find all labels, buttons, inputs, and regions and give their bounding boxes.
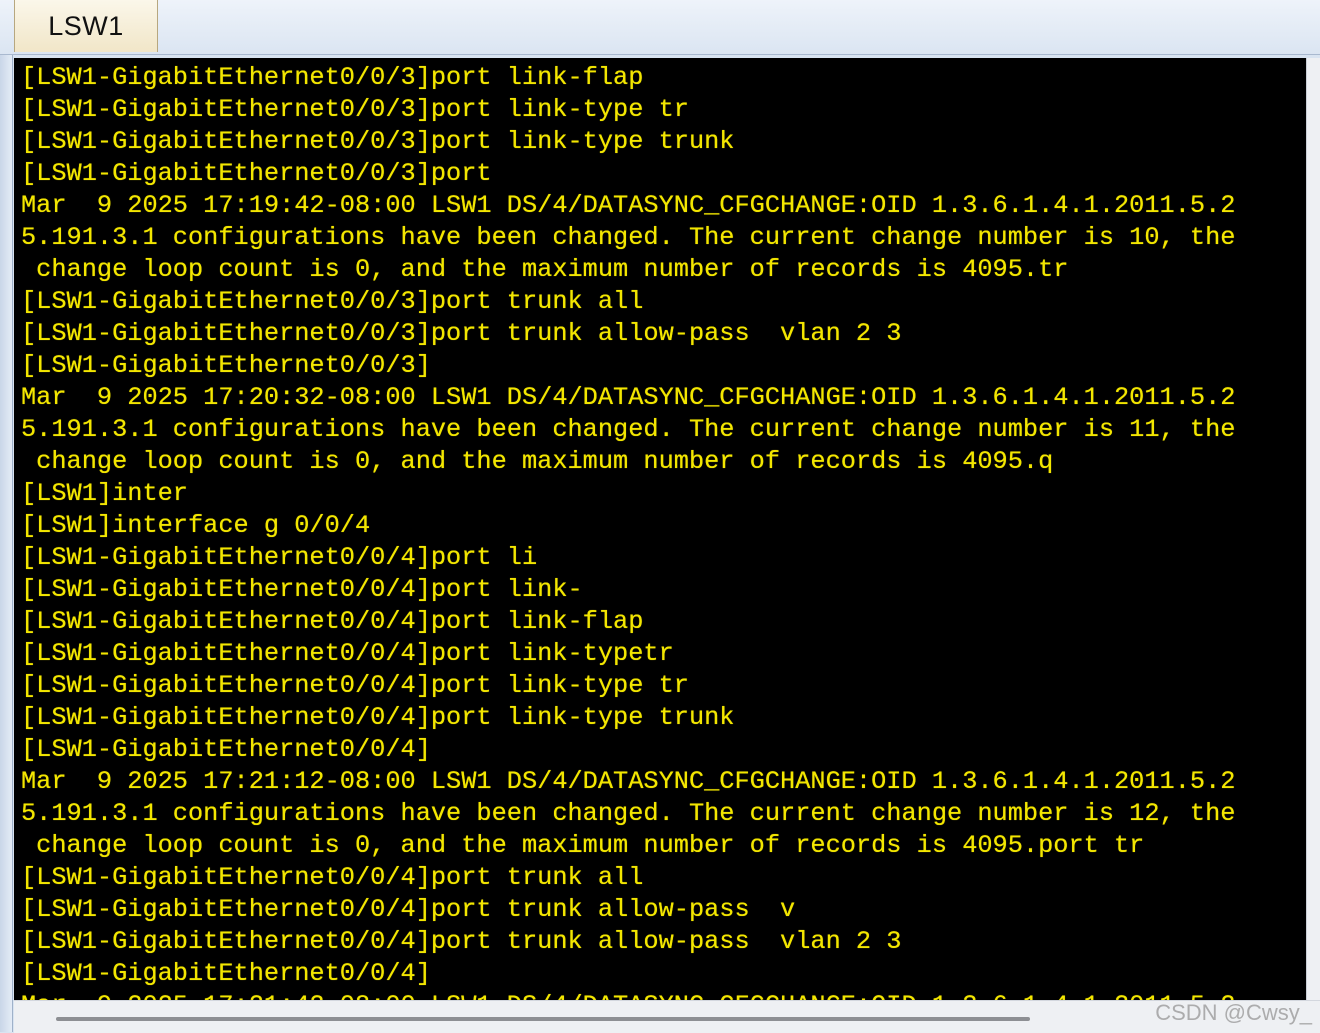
terminal-line: change loop count is 0, and the maximum …: [21, 831, 1145, 860]
terminal-line: Mar 9 2025 17:19:42-08:00 LSW1 DS/4/DATA…: [21, 191, 1236, 220]
terminal-line: [LSW1-GigabitEthernet0/0/4]: [21, 959, 431, 988]
terminal-line: [LSW1]inter: [21, 479, 188, 508]
tab-lsw1[interactable]: LSW1: [14, 0, 158, 52]
terminal-line: [LSW1-GigabitEthernet0/0/4]port li: [21, 543, 538, 572]
horizontal-scrollbar-thumb[interactable]: [56, 1017, 1030, 1021]
terminal-line-partial: Mar 9 2025 17:21:42-08:00 LSW1 DS/4/DATA…: [21, 990, 1235, 1000]
terminal-line: [LSW1-GigabitEthernet0/0/4]port link-typ…: [21, 703, 735, 732]
vertical-scroll-gutter[interactable]: [1306, 58, 1320, 1000]
terminal-line: Mar 9 2025 17:20:32-08:00 LSW1 DS/4/DATA…: [21, 383, 1236, 412]
terminal-line: [LSW1-GigabitEthernet0/0/4]port trunk al…: [21, 895, 796, 924]
terminal-output: [LSW1-GigabitEthernet0/0/3]port link-fla…: [21, 62, 1235, 1000]
terminal-line: [LSW1-GigabitEthernet0/0/4]port link-: [21, 575, 583, 604]
window-left-border: [0, 0, 13, 1032]
terminal-line: [LSW1-GigabitEthernet0/0/4]port trunk al…: [21, 927, 902, 956]
terminal-line: [LSW1-GigabitEthernet0/0/4]port link-fla…: [21, 607, 644, 636]
horizontal-scrollbar[interactable]: [14, 1000, 1320, 1033]
terminal-line: 5.191.3.1 configurations have been chang…: [21, 223, 1236, 252]
terminal-line: change loop count is 0, and the maximum …: [21, 255, 1069, 284]
watermark: CSDN @Cwsy_: [1155, 1000, 1312, 1025]
terminal-line: [LSW1-GigabitEthernet0/0/3]port link-typ…: [21, 95, 689, 124]
terminal-line: [LSW1-GigabitEthernet0/0/3]: [21, 351, 431, 380]
tab-lsw1-label: LSW1: [48, 10, 124, 41]
terminal-line: [LSW1-GigabitEthernet0/0/3]port trunk al…: [21, 319, 902, 348]
tab-strip: LSW1: [0, 0, 1320, 55]
terminal-line: [LSW1-GigabitEthernet0/0/3]port link-typ…: [21, 127, 735, 156]
terminal-line: [LSW1-GigabitEthernet0/0/4]port link-typ…: [21, 671, 689, 700]
terminal-line: [LSW1-GigabitEthernet0/0/3]port trunk al…: [21, 287, 644, 316]
terminal-line: [LSW1-GigabitEthernet0/0/3]port link-fla…: [21, 63, 644, 92]
terminal-line: Mar 9 2025 17:21:12-08:00 LSW1 DS/4/DATA…: [21, 767, 1236, 796]
terminal-line: [LSW1-GigabitEthernet0/0/4]port link-typ…: [21, 639, 674, 668]
terminal-line: 5.191.3.1 configurations have been chang…: [21, 799, 1236, 828]
terminal-line: 5.191.3.1 configurations have been chang…: [21, 415, 1236, 444]
terminal-line: [LSW1-GigabitEthernet0/0/3]port: [21, 159, 492, 188]
terminal-line: [LSW1-GigabitEthernet0/0/4]port trunk al…: [21, 863, 644, 892]
terminal-console[interactable]: [LSW1-GigabitEthernet0/0/3]port link-fla…: [14, 58, 1306, 1000]
terminal-line: change loop count is 0, and the maximum …: [21, 447, 1054, 476]
terminal-line: [LSW1]interface g 0/0/4: [21, 511, 371, 540]
terminal-line: [LSW1-GigabitEthernet0/0/4]: [21, 735, 431, 764]
